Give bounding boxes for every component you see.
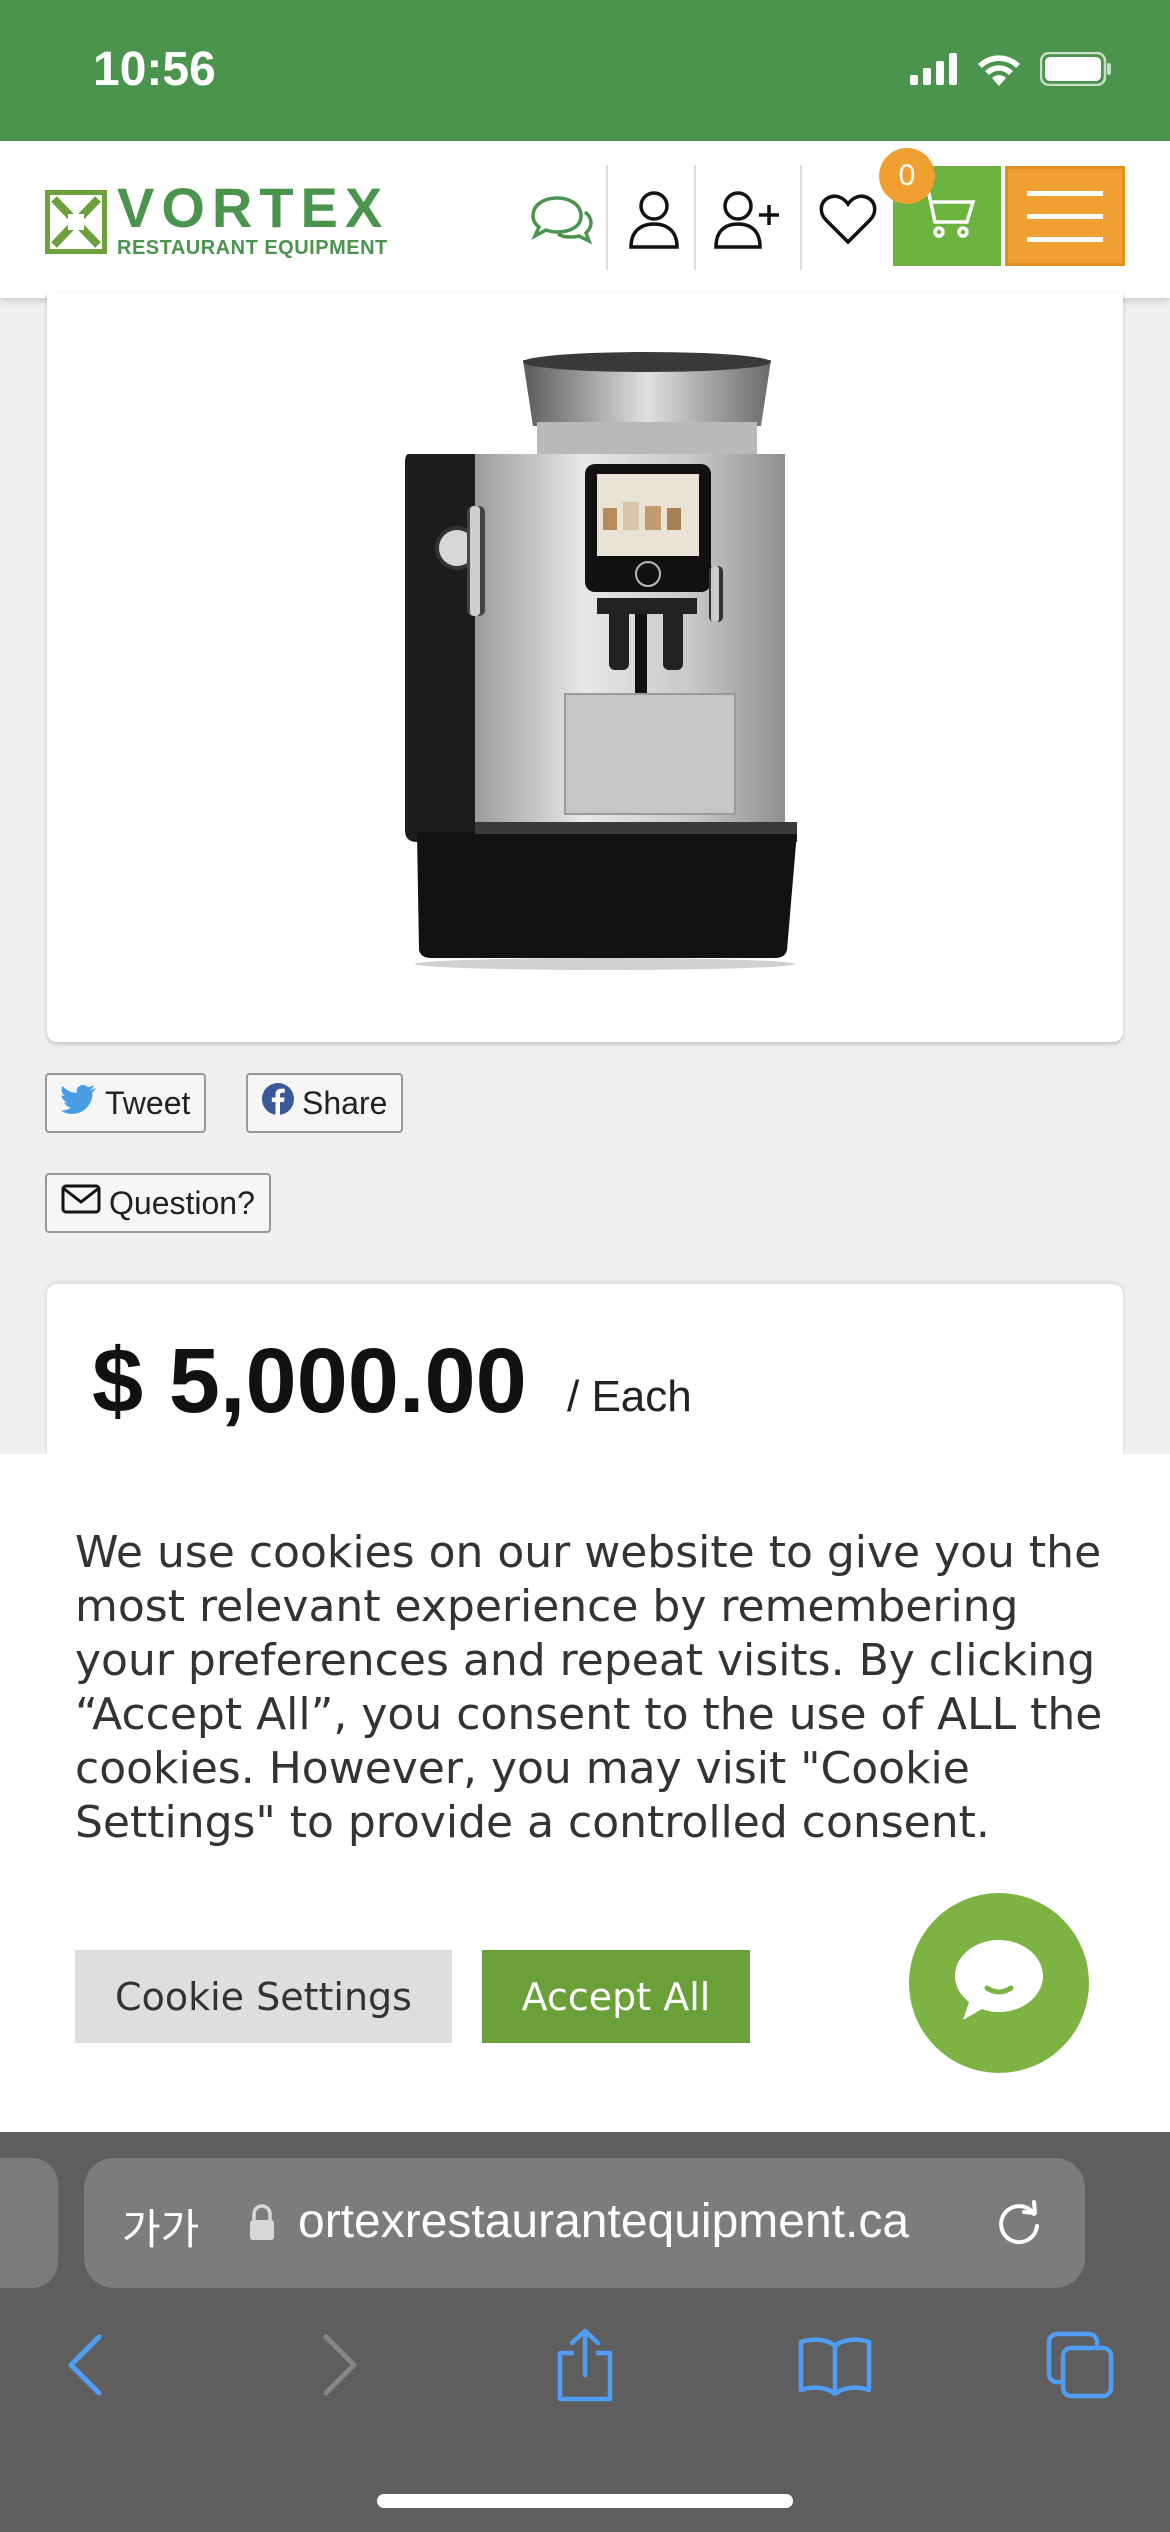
- product-price: $ 5,000.00: [92, 1330, 527, 1432]
- logo-text: VORTEX RESTAURANT EQUIPMENT: [117, 176, 390, 260]
- header-divider: [694, 165, 696, 270]
- tabs-icon[interactable]: [1040, 2320, 1120, 2410]
- share-label: Share: [302, 1084, 388, 1121]
- envelope-icon: [61, 1184, 101, 1222]
- price-card: $ 5,000.00 / Each: [47, 1284, 1123, 1454]
- facebook-share-button[interactable]: Share: [246, 1073, 404, 1133]
- bookmarks-icon[interactable]: [790, 2320, 880, 2410]
- menu-icon-bar: [1027, 236, 1103, 242]
- question-button[interactable]: Question?: [45, 1173, 271, 1233]
- header-divider: [800, 165, 802, 270]
- question-label: Question?: [109, 1184, 255, 1221]
- logo-mark: [45, 189, 107, 254]
- cart-count-badge: 0: [879, 148, 935, 204]
- add-user-icon[interactable]: [704, 141, 794, 298]
- signal-icon: [910, 53, 958, 89]
- address-bar[interactable]: 가가 ortexrestaurantequipment.ca: [84, 2158, 1085, 2288]
- menu-icon-bar: [1027, 213, 1103, 219]
- heart-icon[interactable]: [808, 141, 888, 298]
- logo-name: VORTEX: [117, 176, 390, 239]
- product-image-card: [47, 292, 1123, 1042]
- cookie-text: We use cookies on our website to give yo…: [75, 1527, 1103, 1848]
- chat-icon[interactable]: [520, 141, 600, 298]
- reader-options-button[interactable]: 가가: [122, 2196, 199, 2257]
- user-icon[interactable]: [614, 141, 694, 298]
- facebook-icon: [262, 1083, 294, 1123]
- share-icon[interactable]: [545, 2320, 625, 2410]
- previous-tab-stub[interactable]: [0, 2158, 58, 2288]
- cart-button[interactable]: 0: [879, 148, 1001, 266]
- menu-icon-bar: [1027, 190, 1103, 196]
- cookie-settings-button[interactable]: Cookie Settings: [75, 1950, 452, 2043]
- status-icons: [910, 51, 1112, 90]
- url-text: ortexrestaurantequipment.ca: [298, 2195, 910, 2248]
- lock-icon: [248, 2204, 276, 2246]
- status-bar: 10:56: [0, 0, 1170, 141]
- logo-subtitle: RESTAURANT EQUIPMENT: [117, 237, 388, 259]
- tweet-button[interactable]: Tweet: [45, 1073, 207, 1133]
- menu-button[interactable]: [1005, 166, 1125, 266]
- reload-icon[interactable]: [994, 2198, 1044, 2252]
- product-image[interactable]: [357, 352, 827, 972]
- forward-icon[interactable]: [305, 2320, 375, 2410]
- header-divider: [606, 165, 608, 270]
- status-time: 10:56: [93, 43, 216, 96]
- site-logo[interactable]: VORTEX RESTAURANT EQUIPMENT: [45, 176, 390, 260]
- twitter-icon: [60, 1084, 97, 1122]
- live-chat-button[interactable]: [909, 1893, 1089, 2073]
- home-indicator: [377, 2494, 793, 2508]
- wifi-icon: [976, 52, 1022, 90]
- chat-bubble-icon: [951, 1936, 1047, 2030]
- site-header: VORTEX RESTAURANT EQUIPMENT 0: [0, 141, 1170, 298]
- accept-all-button[interactable]: Accept All: [482, 1950, 750, 2043]
- back-icon[interactable]: [50, 2320, 120, 2410]
- battery-icon: [1039, 51, 1112, 90]
- price-unit: / Each: [567, 1372, 692, 1421]
- tweet-label: Tweet: [105, 1084, 191, 1121]
